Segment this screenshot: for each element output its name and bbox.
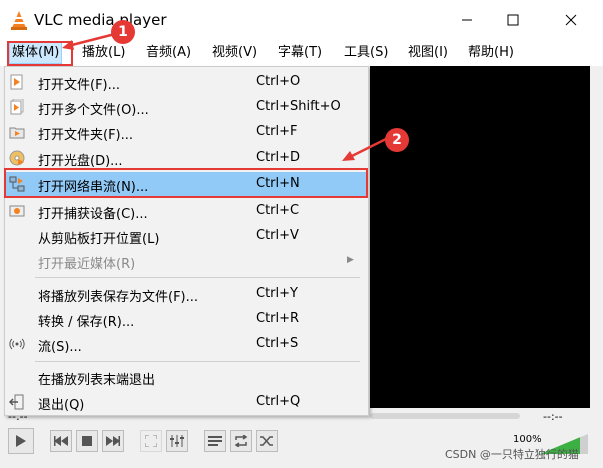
menu-item-label: 打开文件夹(F)...: [38, 128, 134, 143]
menu-item-shortcut: Ctrl+D: [256, 150, 301, 165]
menu-audio[interactable]: 音频(A): [144, 43, 193, 63]
annotation-badge-2: 2: [385, 128, 409, 152]
close-icon[interactable]: [548, 6, 594, 34]
extended-settings-button[interactable]: [166, 430, 188, 452]
menu-item-shortcut: Ctrl+S: [256, 336, 299, 351]
menu-item-label: 转换 / 保存(R)...: [38, 315, 135, 330]
menu-open-capture-device[interactable]: 打开捕获设备(C)... Ctrl+C: [5, 199, 368, 224]
play-button[interactable]: [8, 428, 34, 454]
playlist-button[interactable]: [204, 430, 226, 452]
media-dropdown-menu: 打开文件(F)... Ctrl+O 打开多个文件(O)... Ctrl+Shif…: [4, 66, 369, 416]
folder-icon: [9, 124, 25, 140]
menu-subtitle[interactable]: 字幕(T): [276, 43, 324, 63]
menu-separator: [35, 277, 360, 278]
menu-item-label: 流(S)...: [38, 340, 82, 355]
menu-item-shortcut: Ctrl+Q: [256, 394, 301, 409]
seek-bar[interactable]: [370, 413, 520, 419]
menu-item-shortcut: Ctrl+Y: [256, 286, 298, 301]
menu-quit-at-end-of-playlist[interactable]: 在播放列表末端退出: [5, 365, 368, 390]
menu-video[interactable]: 视频(V): [210, 43, 259, 63]
menu-convert-save[interactable]: 转换 / 保存(R)... Ctrl+R: [5, 307, 368, 332]
menu-item-shortcut: Ctrl+O: [256, 74, 301, 89]
menu-item-label: 退出(Q): [38, 398, 85, 413]
maximize-icon[interactable]: [490, 6, 536, 34]
capture-device-icon: [9, 203, 25, 219]
menu-open-from-clipboard[interactable]: 从剪贴板打开位置(L) Ctrl+V: [5, 224, 368, 249]
menu-item-shortcut: Ctrl+V: [256, 228, 299, 243]
menu-open-multiple-files[interactable]: 打开多个文件(O)... Ctrl+Shift+O: [5, 95, 368, 120]
menu-item-label: 从剪贴板打开位置(L): [38, 232, 160, 247]
submenu-arrow-icon: ▶: [347, 255, 354, 265]
menu-item-label: 打开文件(F)...: [38, 78, 121, 93]
menu-item-shortcut: Ctrl+Shift+O: [256, 99, 341, 114]
files-play-icon: [9, 98, 25, 115]
loop-button[interactable]: [230, 430, 252, 452]
menu-item-label: 打开多个文件(O)...: [38, 103, 149, 118]
previous-button[interactable]: [50, 430, 72, 452]
menu-item-label: 打开捕获设备(C)...: [38, 207, 148, 222]
menu-quit[interactable]: 退出(Q) Ctrl+Q: [5, 390, 368, 415]
window-edge: [590, 66, 603, 408]
disc-icon: [9, 150, 25, 166]
vlc-window: VLC media player 媒体(M) 播放(L) 音频(A) 视频(V)…: [0, 0, 603, 468]
watermark: CSDN @一只特立独行的猫: [445, 448, 579, 461]
video-area[interactable]: [370, 66, 590, 408]
menu-item-label: 将播放列表保存为文件(F)...: [38, 290, 199, 305]
menu-open-file[interactable]: 打开文件(F)... Ctrl+O: [5, 70, 368, 95]
menu-separator: [35, 361, 360, 362]
fullscreen-button[interactable]: [140, 430, 162, 452]
stop-button[interactable]: [76, 430, 98, 452]
menu-open-folder[interactable]: 打开文件夹(F)... Ctrl+F: [5, 120, 368, 145]
menu-item-shortcut: Ctrl+F: [256, 124, 298, 139]
menu-help[interactable]: 帮助(H): [466, 43, 516, 63]
menu-item-label: 打开光盘(D)...: [38, 154, 123, 169]
shuffle-button[interactable]: [256, 430, 278, 452]
menu-item-shortcut: Ctrl+R: [256, 311, 300, 326]
menu-view[interactable]: 视图(I): [406, 43, 450, 63]
menu-item-shortcut: Ctrl+C: [256, 203, 300, 218]
menu-item-label: 在播放列表末端退出: [38, 373, 156, 388]
menu-tools[interactable]: 工具(S): [342, 43, 390, 63]
exit-icon: [8, 394, 25, 410]
volume-percent: 100%: [513, 434, 542, 445]
annotation-badge-1: 1: [111, 20, 135, 44]
vlc-cone-icon: [10, 10, 28, 34]
menu-stream[interactable]: 流(S)... Ctrl+S: [5, 332, 368, 357]
minimize-icon[interactable]: [444, 6, 490, 34]
next-button[interactable]: [102, 430, 124, 452]
time-total: --:--: [543, 410, 563, 423]
menu-open-recent-media[interactable]: 打开最近媒体(R) ▶: [5, 249, 368, 274]
menu-item-label: 打开最近媒体(R): [38, 257, 136, 272]
file-play-icon: [9, 74, 25, 90]
annotation-box-network-stream: [4, 168, 368, 198]
menu-save-playlist[interactable]: 将播放列表保存为文件(F)... Ctrl+Y: [5, 282, 368, 307]
stream-icon: [9, 336, 25, 352]
